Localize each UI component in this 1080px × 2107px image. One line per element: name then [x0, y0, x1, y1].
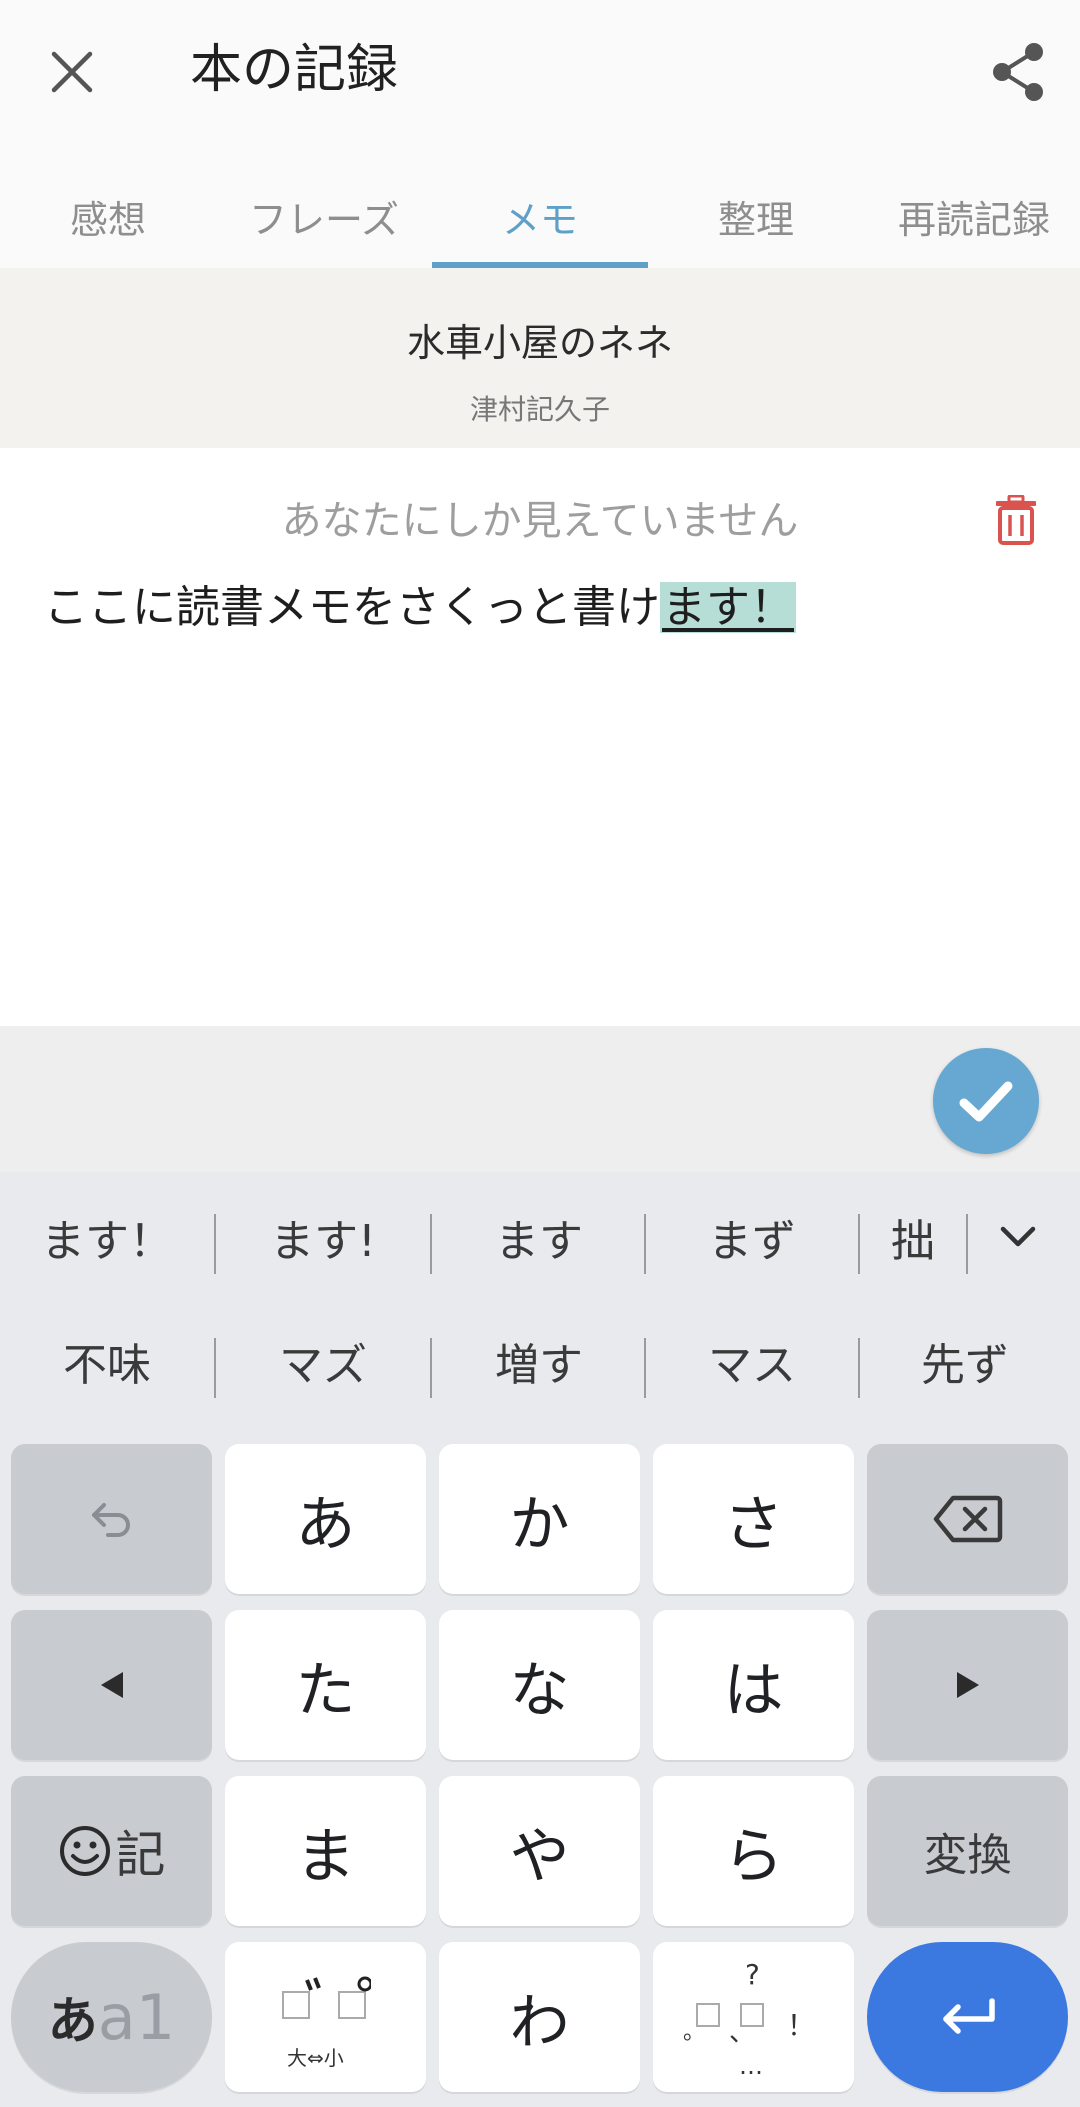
candidate-item[interactable]: 増す [432, 1306, 646, 1416]
cursor-left-key[interactable] [11, 1610, 212, 1760]
dakuten-key-face: 大⇔小 [225, 1942, 426, 2092]
emoji-key-label: 記 [115, 1826, 166, 1884]
dakuten-sub-label: 大⇔小 [287, 2046, 344, 2070]
punct-question: ? [745, 1958, 760, 1991]
ime-keyboard: ます！ ます! ます まず 拙 不味 マズ 増す マス 先ず あ か さ た な… [0, 1172, 1080, 2107]
chevron-down-icon [1000, 1226, 1036, 1247]
emoji-icon [59, 1826, 110, 1876]
cursor-right-key[interactable] [867, 1610, 1068, 1760]
triangle-left-icon [100, 1672, 123, 1698]
share-button[interactable] [976, 30, 1060, 114]
undo-key[interactable] [11, 1444, 212, 1594]
candidate-item[interactable]: マズ [216, 1306, 430, 1416]
enter-key[interactable] [867, 1942, 1068, 2092]
trash-icon [996, 495, 1036, 545]
page-title: 本の記録 [190, 40, 399, 100]
key-a[interactable]: あ [225, 1444, 426, 1594]
punctuation-key[interactable]: ? 。 、 ！ … [653, 1942, 854, 2092]
punct-period: 。 [683, 2020, 706, 2045]
memo-composing-text: ます！ [660, 582, 796, 633]
tab-reread-log[interactable]: 再読記録 [870, 164, 1080, 268]
action-strip [0, 1026, 1080, 1172]
key-wa[interactable]: わ [439, 1942, 640, 2092]
book-author: 津村記久子 [469, 393, 610, 426]
delete-button[interactable] [984, 484, 1048, 556]
key-ta[interactable]: た [225, 1610, 426, 1760]
key-ya[interactable]: や [439, 1776, 640, 1926]
candidate-item[interactable]: まず [646, 1182, 858, 1292]
triangle-right-icon [956, 1672, 979, 1698]
input-mode-key[interactable]: あ a1 [11, 1942, 212, 2092]
dakuten-key[interactable]: 大⇔小 [225, 1942, 426, 2092]
close-button[interactable] [30, 30, 114, 114]
memo-text-input[interactable]: ここに読書メモをさくっと書けます！ [44, 576, 796, 640]
candidate-item[interactable]: 先ず [860, 1306, 1070, 1416]
emoji-symbol-key[interactable]: 記 [11, 1776, 212, 1926]
done-button[interactable] [933, 1048, 1039, 1154]
punct-comma: 、 [729, 2018, 756, 2048]
book-info: 水車小屋のネネ 津村記久子 [0, 268, 1080, 448]
mode-label-alpha: a1 [97, 1980, 176, 2054]
key-ka[interactable]: か [439, 1444, 640, 1594]
share-icon [993, 43, 1043, 101]
close-icon [51, 51, 93, 93]
key-ha[interactable]: は [653, 1610, 854, 1760]
key-ra[interactable]: ら [653, 1776, 854, 1926]
candidate-item[interactable]: ます [432, 1182, 646, 1292]
candidate-row-2: 不味 マズ 増す マス 先ず [0, 1306, 1080, 1416]
punct-exclamation: ！ [787, 2009, 816, 2042]
check-icon [959, 1081, 1013, 1122]
convert-key[interactable]: 変換 [867, 1776, 1068, 1926]
candidate-item[interactable]: ます! [216, 1182, 430, 1292]
key-sa[interactable]: さ [653, 1444, 854, 1594]
privacy-notice: あなたにしか見えていません [281, 498, 799, 544]
expand-candidates-button[interactable] [968, 1182, 1068, 1292]
memo-committed-text: ここに読書メモをさくっと書け [44, 582, 660, 633]
backspace-icon [933, 1495, 1002, 1543]
key-ma[interactable]: ま [225, 1776, 426, 1926]
candidate-item[interactable]: ます！ [0, 1182, 214, 1292]
tab-organize[interactable]: 整理 [648, 164, 864, 268]
tab-impressions[interactable]: 感想 [0, 164, 216, 268]
tab-bar: 感想 フレーズ メモ 整理 再読記録 [0, 164, 1080, 268]
enter-icon [942, 1998, 995, 2034]
punctuation-key-face: ? 。 、 ！ … [653, 1942, 854, 2092]
key-na[interactable]: な [439, 1610, 640, 1760]
candidate-item[interactable]: 拙 [860, 1182, 966, 1292]
tab-phrases[interactable]: フレーズ [216, 164, 432, 268]
candidate-row-1: ます！ ます! ます まず 拙 [0, 1182, 1080, 1292]
tab-memo[interactable]: メモ [432, 164, 648, 268]
candidate-item[interactable]: マス [646, 1306, 858, 1416]
candidate-item[interactable]: 不味 [0, 1306, 214, 1416]
dakuten-icon [282, 1976, 371, 2019]
backspace-key[interactable] [867, 1444, 1068, 1594]
memo-editor[interactable]: あなたにしか見えていません ここに読書メモをさくっと書けます！ [0, 448, 1080, 1026]
undo-icon [91, 1503, 130, 1537]
book-title: 水車小屋のネネ [406, 321, 673, 365]
mode-label-kana: あ [47, 1992, 98, 2050]
app-bar: 本の記録 感想 フレーズ メモ 整理 再読記録 [0, 0, 1080, 268]
punct-ellipsis: … [739, 2052, 763, 2080]
